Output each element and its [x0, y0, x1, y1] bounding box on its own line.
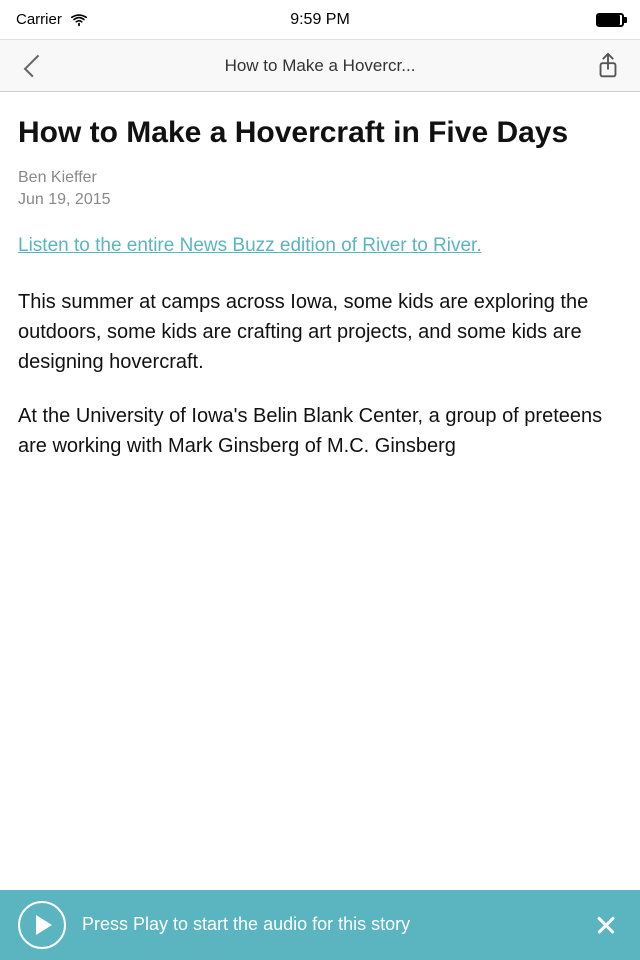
- battery-icon: [596, 13, 624, 27]
- nav-title: How to Make a Hovercr...: [50, 56, 590, 76]
- article-title: How to Make a Hovercraft in Five Days: [18, 116, 622, 151]
- share-button[interactable]: [590, 48, 626, 84]
- status-bar: Carrier 9:59 PM: [0, 0, 640, 40]
- play-button[interactable]: [18, 901, 66, 949]
- close-button[interactable]: [590, 909, 622, 941]
- wifi-icon: [70, 13, 88, 27]
- article-link[interactable]: Listen to the entire News Buzz edition o…: [18, 233, 622, 260]
- back-button[interactable]: [14, 48, 50, 84]
- article-paragraph-1: This summer at camps across Iowa, some k…: [18, 287, 622, 377]
- article-paragraph-2: At the University of Iowa's Belin Blank …: [18, 401, 622, 461]
- article-author: Ben Kieffer: [18, 169, 622, 187]
- status-time: 9:59 PM: [290, 11, 350, 29]
- back-chevron-icon: [24, 54, 47, 77]
- navigation-bar: How to Make a Hovercr...: [0, 40, 640, 92]
- status-battery: [596, 13, 624, 27]
- close-icon: [595, 914, 617, 936]
- carrier-label: Carrier: [16, 11, 62, 28]
- audio-player-bar: Press Play to start the audio for this s…: [0, 890, 640, 960]
- share-icon: [596, 52, 620, 80]
- article-date: Jun 19, 2015: [18, 191, 622, 209]
- play-icon: [36, 915, 52, 935]
- audio-player-text: Press Play to start the audio for this s…: [82, 913, 574, 936]
- article-body: This summer at camps across Iowa, some k…: [18, 287, 622, 461]
- status-carrier-wifi: Carrier: [16, 11, 88, 28]
- article-content: How to Make a Hovercraft in Five Days Be…: [0, 92, 640, 890]
